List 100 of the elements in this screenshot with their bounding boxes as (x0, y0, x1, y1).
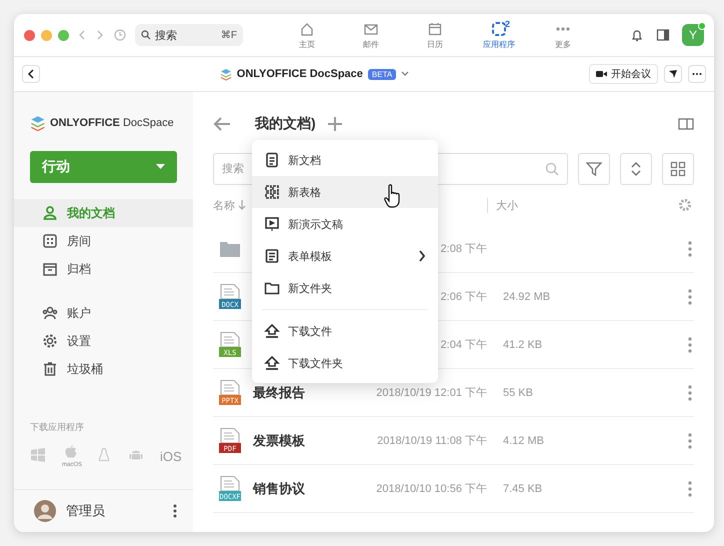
menu-item[interactable]: 下载文件夹 (252, 347, 438, 379)
caret-icon[interactable] (401, 71, 410, 77)
upload-icon (264, 355, 280, 371)
panel-icon (678, 118, 694, 130)
sidebar-item[interactable]: 归档 (14, 255, 193, 283)
sidebar-toggle-icon[interactable] (656, 28, 670, 42)
folder-icon (220, 240, 240, 256)
calendar-icon (427, 20, 443, 36)
window-control-icon[interactable] (24, 30, 35, 40)
row-menu-button[interactable] (686, 432, 694, 448)
nav-tab[interactable]: 更多 (531, 20, 595, 50)
modified-date: 2:04 下午 (440, 338, 488, 352)
back-arrow-icon[interactable] (213, 117, 231, 131)
apps-icon (491, 20, 507, 36)
history-icon[interactable] (113, 28, 127, 42)
back-button[interactable] (22, 65, 40, 83)
row-menu-button[interactable] (686, 336, 694, 352)
menu-item[interactable]: 新文件夹 (252, 272, 438, 304)
view-button[interactable] (662, 153, 694, 185)
presentation-icon (264, 216, 280, 232)
folder-title: 我的文档) (255, 115, 316, 133)
row-menu-button[interactable] (686, 288, 694, 304)
search-icon (141, 30, 151, 40)
more-vertical-icon[interactable] (173, 504, 177, 518)
modified-date: 2:08 下午 (440, 242, 488, 256)
search-field[interactable]: 搜索 ⌘F (135, 24, 243, 46)
menu-item[interactable]: 新表格 (252, 176, 438, 208)
menu-item[interactable]: 表单模板 (252, 240, 438, 272)
filter-button[interactable] (578, 153, 610, 185)
form-icon (264, 248, 280, 264)
more-vertical-icon (688, 240, 692, 256)
status-dot (698, 22, 706, 30)
folder-icon (264, 280, 280, 296)
nav-tab[interactable]: 邮件 (339, 20, 403, 50)
file-size: 7.45 KB (503, 482, 544, 494)
sidebar-item[interactable]: 房间 (14, 227, 193, 255)
sidebar-item[interactable]: 账户 (14, 299, 193, 327)
avatar-silhouette-icon (34, 500, 56, 522)
file-size: 4.12 MB (503, 434, 545, 446)
more-vertical-icon (688, 336, 692, 352)
app-title: ONLYOFFICE DocSpace (236, 68, 363, 80)
more-icon (692, 72, 702, 76)
row-menu-button[interactable] (686, 480, 694, 496)
bell-icon[interactable] (630, 28, 644, 42)
user-name: 管理员 (66, 502, 106, 520)
send-icon (668, 69, 678, 79)
row-menu-button[interactable] (686, 384, 694, 400)
nav-tab[interactable]: 日历 (403, 20, 467, 50)
menu-item[interactable]: 下载文件 (252, 315, 438, 347)
logo-icon (30, 115, 46, 131)
menu-item[interactable]: 新演示文稿 (252, 208, 438, 240)
nav-tab[interactable]: 应用程序 2 (467, 20, 531, 50)
meeting-button[interactable]: 开始会议 (589, 64, 658, 84)
menu-item[interactable]: 新文档 (252, 144, 438, 176)
trash-icon (42, 361, 58, 377)
window-control-icon[interactable] (41, 30, 52, 40)
more-vertical-icon (688, 288, 692, 304)
sidebar-item[interactable]: 垃圾桶 (14, 355, 193, 383)
people-icon (42, 305, 58, 321)
sidebar-item[interactable]: 设置 (14, 327, 193, 355)
send-button[interactable] (664, 65, 682, 83)
window-control-icon[interactable] (58, 30, 69, 40)
info-panel-button[interactable] (678, 118, 694, 130)
logo-icon (220, 68, 232, 80)
user-icon (42, 205, 58, 221)
windows-icon (30, 447, 48, 465)
filter-icon (586, 161, 602, 177)
row-menu-button[interactable] (686, 240, 694, 256)
more-vertical-icon (688, 432, 692, 448)
modified-date: 2018/10/10 10:56 下午 (375, 482, 488, 496)
section-label: 下载应用程序 (29, 421, 85, 434)
home-icon (299, 20, 315, 36)
sort-arrow-icon[interactable] (238, 200, 246, 210)
file-name: 发票模板 (253, 432, 306, 450)
file-name: 最终报告 (253, 384, 306, 402)
more-button[interactable] (688, 65, 706, 83)
nav-tab[interactable]: 主页 (275, 20, 339, 50)
grid-icon (670, 161, 686, 177)
file-name: 销售协议 (253, 480, 306, 498)
logo-text: ONLYOFFICE DocSpace (50, 117, 174, 129)
count-label: 2 (505, 18, 510, 28)
more-icon (555, 26, 571, 30)
video-camera-icon (596, 70, 607, 78)
modified-date: 2018/10/19 12:01 下午 (375, 386, 488, 400)
document-icon (264, 152, 280, 168)
file-size: 41.2 KB (503, 338, 544, 350)
grid-icon (42, 233, 58, 249)
file-size: 24.92 MB (503, 290, 552, 302)
shortcut-hint: ⌘F (220, 30, 237, 40)
upload-icon (264, 323, 280, 339)
search-icon (545, 162, 559, 176)
file-size: 55 KB (503, 386, 534, 398)
more-vertical-icon (688, 480, 692, 496)
sort-button[interactable] (620, 153, 652, 185)
more-vertical-icon (688, 384, 692, 400)
archive-icon (42, 261, 58, 277)
plus-icon[interactable] (328, 117, 342, 131)
caret-icon (156, 164, 165, 170)
beta-badge: BETA (368, 68, 396, 80)
modified-date: 2018/10/19 11:08 下午 (376, 434, 488, 448)
